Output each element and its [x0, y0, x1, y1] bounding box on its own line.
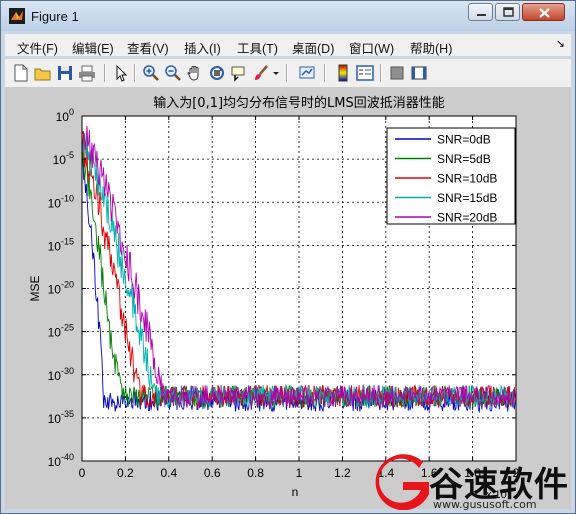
x-tick-label: 0.6	[204, 466, 221, 480]
x-tick-label: 1	[296, 466, 303, 480]
rotate-3d-icon[interactable]	[208, 64, 226, 82]
pan-hand-icon[interactable]	[186, 64, 204, 82]
toolbar-separator	[380, 64, 382, 82]
y-tick-label: 10-35	[48, 409, 74, 426]
y-tick-label: 10-5	[53, 150, 74, 167]
figure-canvas: 0 0.2 0.4 0.6 0.8 1 1.2 1.4 1.6 1.8 2 100 10-5 10-10 1…	[5, 87, 571, 509]
zoom-in-icon[interactable]	[142, 64, 160, 82]
maximize-button[interactable]	[495, 3, 520, 21]
matlab-logo-icon	[9, 8, 25, 24]
figure-window: Figure 1 文件(F) 编辑(E) 查看(V) 插入(I) 工具(T) 桌…	[0, 0, 576, 514]
toolbar-separator	[104, 64, 106, 82]
window-title: Figure 1	[31, 9, 79, 24]
hide-plot-tools-icon[interactable]	[388, 64, 406, 82]
menu-bar: 文件(F) 编辑(E) 查看(V) 插入(I) 工具(T) 桌面(D) 窗口(W…	[5, 34, 571, 56]
x-tick-label: 0	[79, 466, 86, 480]
legend-label: SNR=20dB	[437, 211, 497, 225]
menu-view[interactable]: 查看(V)	[127, 38, 169, 57]
y-tick-label: 10-20	[48, 280, 74, 297]
print-icon[interactable]	[78, 64, 96, 82]
legend-label: SNR=0dB	[437, 133, 491, 147]
zoom-out-icon[interactable]	[164, 64, 182, 82]
menu-window[interactable]: 窗口(W)	[349, 38, 394, 57]
minimize-icon	[477, 14, 486, 16]
toolbar-separator	[134, 64, 136, 82]
title-bar[interactable]: Figure 1	[1, 1, 575, 31]
y-tick-label: 10-15	[48, 236, 74, 253]
pointer-icon[interactable]	[112, 64, 130, 82]
menu-desktop[interactable]: 桌面(D)	[292, 38, 334, 57]
x-tick-label: 0.8	[247, 466, 264, 480]
menu-file[interactable]: 文件(F)	[17, 38, 58, 57]
menu-edit[interactable]: 编辑(E)	[72, 38, 114, 57]
x-tick-label: 0.2	[117, 466, 134, 480]
menu-help[interactable]: 帮助(H)	[410, 38, 452, 57]
x-tick-label: 1.2	[334, 466, 351, 480]
chart-title: 输入为[0,1]均匀分布信号时的LMS回波抵消器性能	[153, 95, 445, 111]
menu-tools[interactable]: 工具(T)	[237, 38, 278, 57]
figure-toolbar	[5, 58, 571, 88]
dock-arrow-icon[interactable]: ↘	[556, 37, 565, 50]
new-figure-icon[interactable]	[12, 64, 30, 82]
toolbar-separator	[286, 64, 288, 82]
colorbar-icon[interactable]	[334, 64, 352, 82]
y-tick-label: 10-30	[48, 366, 74, 383]
brush-dropdown-icon[interactable]	[272, 64, 280, 82]
watermark-url: www.gususoft.com	[433, 498, 537, 511]
minimize-button[interactable]	[468, 3, 493, 21]
brush-icon[interactable]	[252, 64, 270, 82]
y-tick-label: 10-40	[48, 452, 74, 469]
close-button[interactable]	[522, 3, 565, 21]
legend-label: SNR=5dB	[437, 152, 491, 166]
y-tick-label: 10-10	[48, 193, 74, 210]
data-cursor-icon[interactable]	[230, 64, 248, 82]
toolbar-separator	[324, 64, 326, 82]
legend-label: SNR=15dB	[437, 191, 497, 205]
mse-plot[interactable]: 0 0.2 0.4 0.6 0.8 1 1.2 1.4 1.6 1.8 210010-510-101…	[5, 87, 571, 509]
open-file-icon[interactable]	[34, 64, 52, 82]
menu-insert[interactable]: 插入(I)	[184, 38, 221, 57]
close-icon	[539, 8, 550, 18]
legend-label: SNR=10dB	[437, 172, 497, 186]
x-tick-label: 0.4	[160, 466, 177, 480]
y-tick-label: 10-25	[48, 323, 74, 340]
link-plot-icon[interactable]	[298, 64, 316, 82]
save-icon[interactable]	[56, 64, 74, 82]
legend-icon[interactable]	[356, 64, 374, 82]
x-axis-label: n	[292, 485, 299, 499]
y-tick-label: 100	[56, 107, 74, 124]
gusu-logo-icon	[375, 454, 429, 510]
y-axis-label: MSE	[28, 275, 42, 301]
show-plot-tools-icon[interactable]	[410, 64, 428, 82]
maximize-icon	[503, 7, 514, 17]
